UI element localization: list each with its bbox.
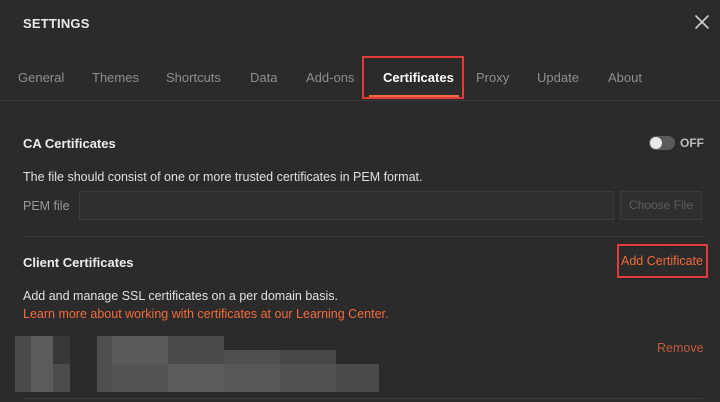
client-description: Add and manage SSL certificates on a per…	[23, 289, 339, 303]
close-icon[interactable]	[694, 14, 710, 30]
choose-file-button[interactable]: Choose File	[620, 191, 702, 220]
settings-window: SETTINGS General Themes Shortcuts Data A…	[0, 0, 720, 402]
client-certificates-title: Client Certificates	[23, 255, 134, 270]
tab-add-ons[interactable]: Add-ons	[306, 70, 354, 85]
tab-general[interactable]: General	[18, 70, 64, 85]
ca-certificates-title: CA Certificates	[23, 136, 116, 151]
toggle-state-label: OFF	[680, 136, 704, 150]
entry-divider	[23, 398, 703, 399]
modal-header: SETTINGS	[0, 0, 720, 48]
tab-about[interactable]: About	[608, 70, 642, 85]
learning-center-link[interactable]: Learn more about working with certificat…	[23, 307, 388, 321]
ca-certificates-toggle[interactable]	[649, 136, 675, 150]
pem-file-input[interactable]	[79, 191, 614, 220]
ca-description: The file should consist of one or more t…	[23, 170, 423, 184]
settings-tabs: General Themes Shortcuts Data Add-ons Ce…	[0, 56, 720, 100]
tabs-divider	[0, 100, 720, 101]
tab-shortcuts[interactable]: Shortcuts	[166, 70, 221, 85]
add-certificate-button[interactable]: Add Certificate	[621, 254, 703, 268]
tab-data[interactable]: Data	[250, 70, 277, 85]
toggle-knob	[650, 137, 662, 149]
tab-update[interactable]: Update	[537, 70, 579, 85]
modal-title: SETTINGS	[23, 16, 90, 31]
remove-certificate-button[interactable]: Remove	[657, 341, 704, 355]
tab-proxy[interactable]: Proxy	[476, 70, 509, 85]
tab-highlight-box	[362, 56, 464, 99]
section-divider	[23, 236, 703, 237]
pem-file-label: PEM file	[23, 199, 70, 213]
tab-themes[interactable]: Themes	[92, 70, 139, 85]
